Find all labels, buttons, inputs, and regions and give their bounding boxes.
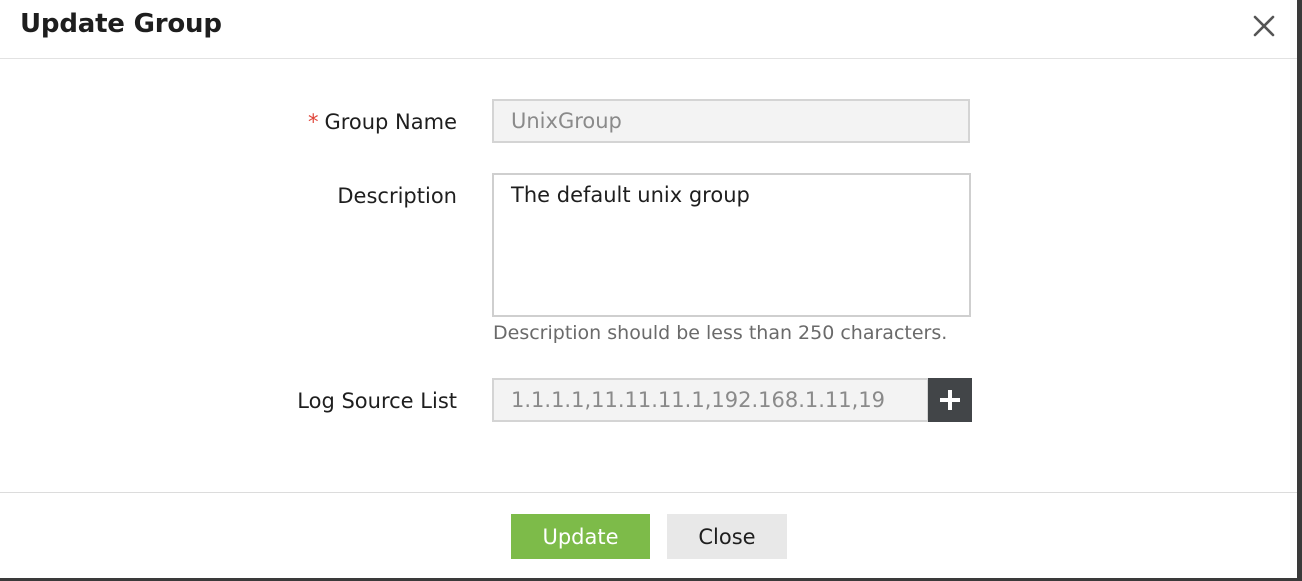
- description-hint: Description should be less than 250 char…: [493, 322, 948, 344]
- dialog-header: Update Group: [0, 0, 1297, 59]
- dialog-title: Update Group: [20, 9, 222, 39]
- dialog-footer: Update Close: [0, 492, 1297, 579]
- close-icon[interactable]: [1250, 12, 1278, 40]
- update-group-dialog: Update Group *Group Name Description The…: [0, 0, 1297, 578]
- group-name-label: * Group Name: [308, 110, 457, 134]
- log-source-list-label: Log Source List: [297, 389, 457, 413]
- description-label: Description: [337, 184, 457, 208]
- group-name-label-text: Group Name: [324, 110, 457, 134]
- backdrop-edge: [1297, 0, 1302, 581]
- update-button[interactable]: Update: [511, 514, 650, 559]
- plus-icon: [940, 390, 960, 410]
- add-log-source-button[interactable]: [928, 378, 972, 422]
- close-button[interactable]: Close: [667, 514, 787, 559]
- description-field[interactable]: The default unix group: [492, 173, 971, 317]
- group-name-input[interactable]: [492, 99, 970, 143]
- log-source-list-input[interactable]: [492, 378, 929, 422]
- required-marker: *: [307, 110, 319, 134]
